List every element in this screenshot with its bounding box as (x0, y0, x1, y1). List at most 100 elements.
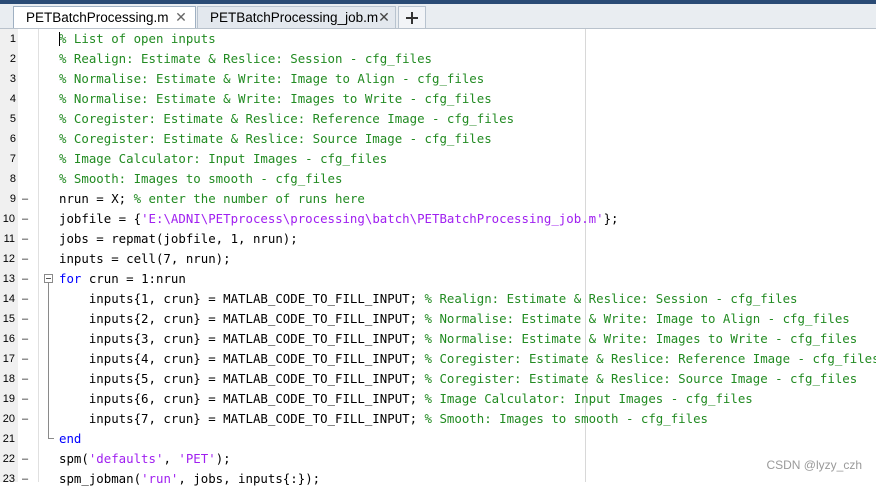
code-line[interactable]: 19– inputs{6, crun} = MATLAB_CODE_TO_FIL… (0, 389, 876, 409)
code-token: spm_jobman( (59, 471, 142, 486)
code-text: % Coregister: Estimate & Reslice: Refere… (59, 109, 514, 129)
code-editor[interactable]: 1 % List of open inputs 2 % Realign: Estima… (0, 29, 876, 486)
breakpoint-marker[interactable]: – (20, 389, 30, 409)
comment-token: % Image Calculator: Input Images - cfg_f… (424, 391, 753, 406)
code-line[interactable]: 3 % Normalise: Estimate & Write: Image to… (0, 69, 876, 89)
code-text: % Normalise: Estimate & Write: Image to … (59, 69, 484, 89)
code-text: % Realign: Estimate & Reslice: Session -… (59, 49, 432, 69)
text-cursor (59, 32, 60, 46)
breakpoint-marker[interactable]: – (20, 349, 30, 369)
add-tab-button[interactable] (398, 6, 426, 28)
code-token: inputs{7, crun} = MATLAB_CODE_TO_FILL_IN… (59, 411, 425, 426)
code-text: inputs{6, crun} = MATLAB_CODE_TO_FILL_IN… (59, 389, 753, 409)
editor-tab-bar: PETBatchProcessing.m ✕ PETBatchProcessin… (0, 4, 876, 29)
code-line[interactable]: 12– inputs = cell(7, nrun); (0, 249, 876, 269)
breakpoint-marker[interactable]: – (20, 469, 30, 489)
tab-label: PETBatchProcessing_job.m (210, 10, 379, 25)
code-line[interactable]: 8 % Smooth: Images to smooth - cfg_files (0, 169, 876, 189)
code-token: inputs = cell(7, nrun); (59, 251, 231, 266)
code-text: inputs{7, crun} = MATLAB_CODE_TO_FILL_IN… (59, 409, 708, 429)
tab-petbatchprocessing-job[interactable]: PETBatchProcessing_job.m ✕ (197, 6, 396, 28)
breakpoint-marker[interactable]: – (20, 269, 30, 289)
line-number: 15 (2, 313, 15, 325)
breakpoint-marker[interactable]: – (20, 309, 30, 329)
breakpoint-marker[interactable]: – (20, 209, 30, 229)
string-token: 'defaults' (88, 451, 164, 466)
code-line[interactable]: 10– jobfile = {'E:\ADNI\PETprocess\proces… (0, 209, 876, 229)
code-line[interactable]: 17– inputs{4, crun} = MATLAB_CODE_TO_FIL… (0, 349, 876, 369)
line-number: 5 (9, 113, 16, 125)
code-token: inputs{3, crun} = MATLAB_CODE_TO_FILL_IN… (59, 331, 425, 346)
code-line[interactable]: 4 % Normalise: Estimate & Write: Images t… (0, 89, 876, 109)
code-line[interactable]: 1 % List of open inputs (0, 29, 876, 49)
code-token: ); (215, 451, 231, 466)
tab-petbatchprocessing[interactable]: PETBatchProcessing.m ✕ (13, 6, 196, 28)
code-text: % Coregister: Estimate & Reslice: Source… (59, 129, 492, 149)
code-line[interactable]: 7 % Image Calculator: Input Images - cfg_… (0, 149, 876, 169)
tab-label: PETBatchProcessing.m (26, 10, 169, 25)
breakpoint-marker[interactable]: – (20, 189, 30, 209)
code-text: for crun = 1:nrun (59, 269, 186, 289)
fold-collapse-icon[interactable] (44, 274, 53, 283)
line-number: 19 (2, 393, 15, 405)
breakpoint-marker[interactable]: – (20, 289, 30, 309)
code-text: inputs{5, crun} = MATLAB_CODE_TO_FILL_IN… (59, 369, 857, 389)
breakpoint-marker[interactable]: – (20, 229, 30, 249)
code-line[interactable]: 18– inputs{5, crun} = MATLAB_CODE_TO_FIL… (0, 369, 876, 389)
breakpoint-marker[interactable]: – (20, 369, 30, 389)
plus-icon (406, 11, 418, 24)
code-line[interactable]: 22– spm('defaults', 'PET'); (0, 449, 876, 469)
comment-token: % Coregister: Estimate & Reslice: Source… (424, 371, 858, 386)
line-number: 18 (2, 373, 15, 385)
code-text: spm('defaults', 'PET'); (59, 449, 231, 469)
line-number: 1 (9, 33, 16, 45)
code-text: % Image Calculator: Input Images - cfg_f… (59, 149, 387, 169)
code-text: % List of open inputs (59, 29, 216, 49)
string-token: 'run' (141, 471, 179, 486)
breakpoint-marker[interactable]: – (20, 449, 30, 469)
code-line[interactable]: 14– inputs{1, crun} = MATLAB_CODE_TO_FIL… (0, 289, 876, 309)
breakpoint-marker[interactable]: – (20, 409, 30, 429)
code-text: jobfile = {'E:\ADNI\PETprocess\processin… (59, 209, 619, 229)
code-text: jobs = repmat(jobfile, 1, nrun); (59, 229, 298, 249)
code-line[interactable]: 5 % Coregister: Estimate & Reslice: Refer… (0, 109, 876, 129)
code-line[interactable]: 16– inputs{3, crun} = MATLAB_CODE_TO_FIL… (0, 329, 876, 349)
code-text: % Smooth: Images to smooth - cfg_files (59, 169, 342, 189)
breakpoint-marker[interactable]: – (20, 249, 30, 269)
comment-token: % Coregister: Estimate & Reslice: Source… (59, 131, 492, 146)
line-number: 17 (2, 353, 15, 365)
code-text: inputs{4, crun} = MATLAB_CODE_TO_FILL_IN… (59, 349, 876, 369)
line-number: 7 (9, 153, 16, 165)
line-number: 10 (2, 213, 15, 225)
line-number: 8 (9, 173, 16, 185)
close-icon[interactable]: ✕ (174, 9, 188, 25)
line-number: 13 (2, 273, 15, 285)
code-line[interactable]: 13– for crun = 1:nrun (0, 269, 876, 289)
line-number: 16 (2, 333, 15, 345)
code-line[interactable]: 9– nrun = X; % enter the number of runs h… (0, 189, 876, 209)
code-line[interactable]: 21 end (0, 429, 876, 449)
code-line[interactable]: 15– inputs{2, crun} = MATLAB_CODE_TO_FIL… (0, 309, 876, 329)
line-number: 3 (9, 73, 16, 85)
code-text: % Normalise: Estimate & Write: Images to… (59, 89, 492, 109)
code-text: inputs = cell(7, nrun); (59, 249, 231, 269)
code-token: inputs{2, crun} = MATLAB_CODE_TO_FILL_IN… (59, 311, 425, 326)
code-token: }; (603, 211, 619, 226)
code-line[interactable]: 6 % Coregister: Estimate & Reslice: Sourc… (0, 129, 876, 149)
breakpoint-marker[interactable]: – (20, 329, 30, 349)
code-line[interactable]: 11– jobs = repmat(jobfile, 1, nrun); (0, 229, 876, 249)
code-line[interactable]: 23– spm_jobman('run', jobs, inputs{:}); (0, 469, 876, 489)
code-line[interactable]: 2 % Realign: Estimate & Reslice: Session … (0, 49, 876, 69)
code-token: inputs{4, crun} = MATLAB_CODE_TO_FILL_IN… (59, 351, 425, 366)
comment-token: % Normalise: Estimate & Write: Image to … (59, 71, 485, 86)
comment-token: % Realign: Estimate & Reslice: Session -… (59, 51, 432, 66)
comment-token: % Normalise: Estimate & Write: Images to… (59, 91, 492, 106)
code-line[interactable]: 20– inputs{7, crun} = MATLAB_CODE_TO_FIL… (0, 409, 876, 429)
comment-token: % List of open inputs (59, 31, 216, 46)
code-token: jobs = repmat(jobfile, 1, nrun); (59, 231, 298, 246)
code-token: inputs{1, crun} = MATLAB_CODE_TO_FILL_IN… (59, 291, 425, 306)
comment-token: % Normalise: Estimate & Write: Images to… (424, 331, 858, 346)
line-number: 22 (2, 453, 15, 465)
line-number: 23 (2, 473, 15, 485)
close-icon[interactable]: ✕ (378, 9, 390, 25)
